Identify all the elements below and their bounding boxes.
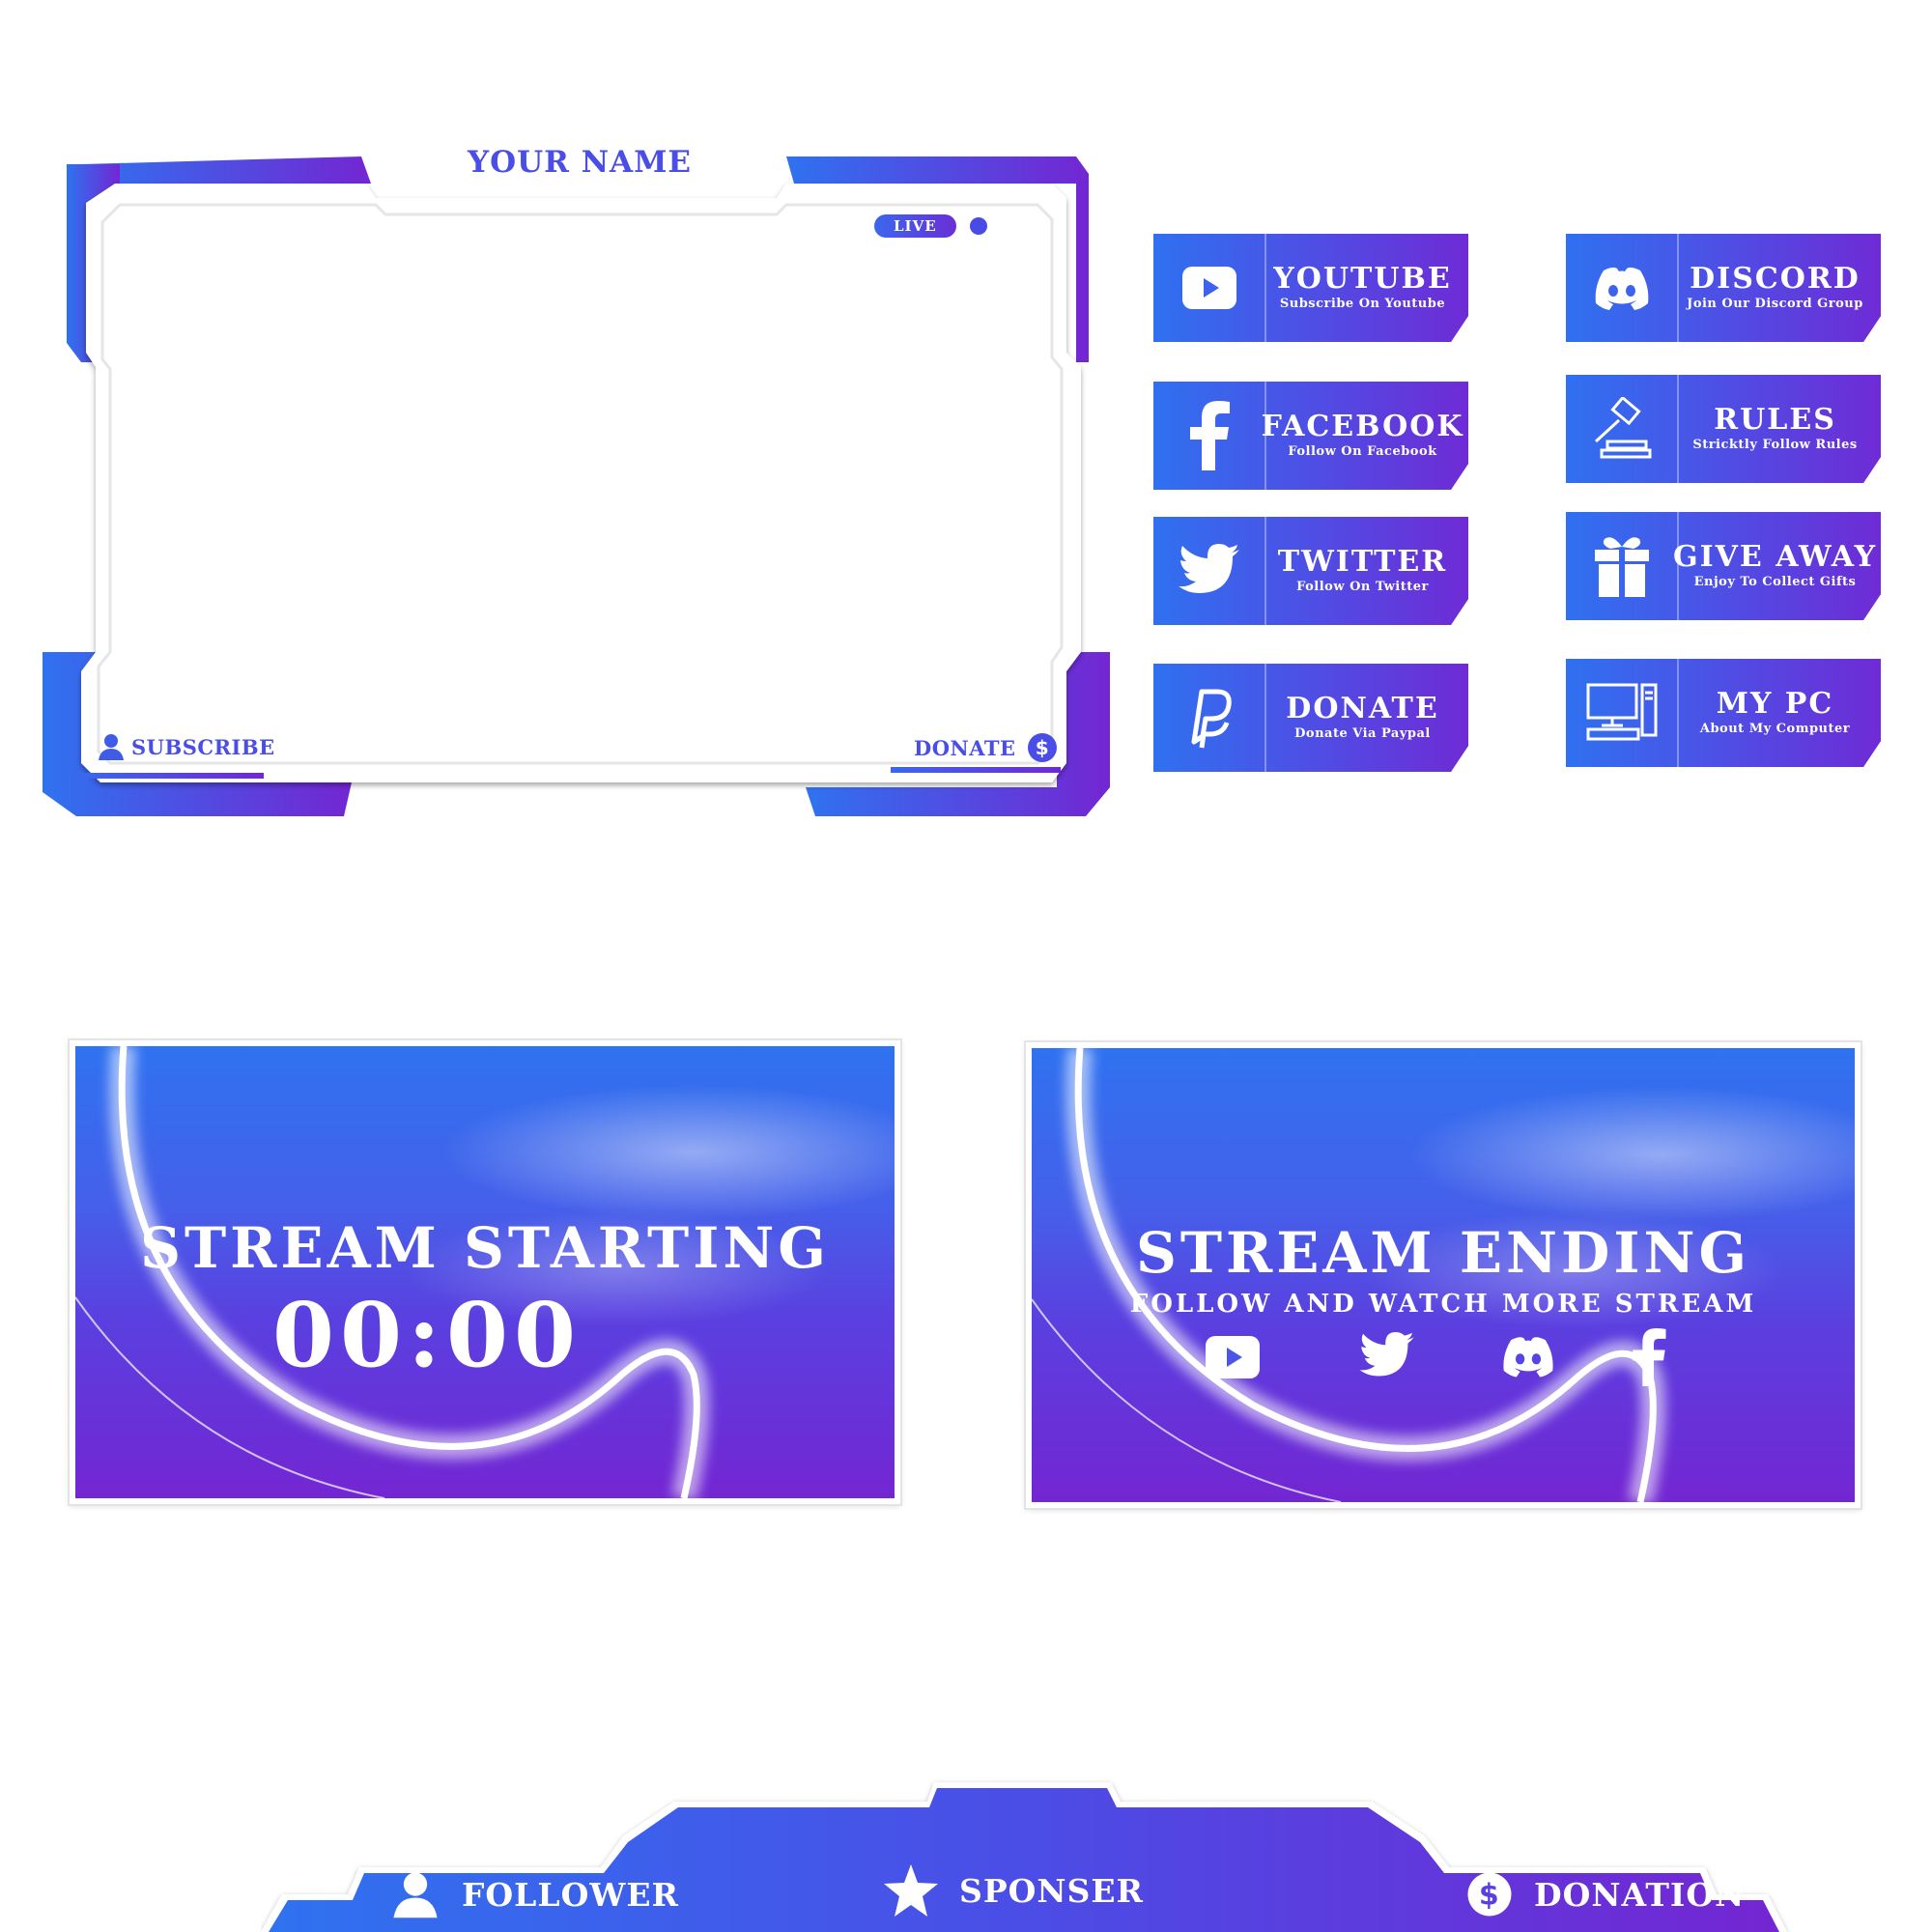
bar-donation: $ DONATION [1466,1871,1745,1918]
panel-giveaway[interactable]: GIVE AWAY Enjoy To Collect Gifts [1566,512,1881,620]
computer-icon [1566,659,1677,767]
panel-rules[interactable]: RULES Stricktly Follow Rules [1566,375,1881,483]
panel-title: FACEBOOK [1261,410,1464,443]
donation-label: DONATION [1534,1875,1746,1914]
panel-discord[interactable]: DISCORD Join Our Discord Group [1566,234,1881,342]
user-icon [390,1869,440,1919]
panel-subtitle: Donate Via Paypal [1294,726,1431,741]
panel-title: MY PC [1716,687,1834,721]
discord-icon [1566,234,1677,342]
user-icon [97,732,126,761]
live-dot [969,217,987,235]
dollar-icon: $ [1027,732,1058,763]
ending-scene: STREAM ENDING FOLLOW AND WATCH MORE STRE… [1026,1042,1861,1508]
live-badge: LIVE [874,214,956,238]
panel-youtube[interactable]: YOUTUBE Subscribe On Youtube [1153,234,1468,342]
ending-social-icons [1206,1328,1669,1396]
subscribe-label: SUBSCRIBE [131,734,275,759]
discord-icon [1500,1334,1556,1378]
panel-subtitle: Follow On Facebook [1288,444,1437,459]
bottom-alert-bar: FOLLOWER SPONSER $ DONATION [261,1744,1806,1932]
starting-scene: STREAM STARTING 00:00 [70,1040,900,1504]
donate-underline [891,767,1061,773]
webcam-frame [43,145,1115,821]
panel-title: GIVE AWAY [1673,540,1877,574]
gift-icon [1566,512,1677,620]
panel-donate[interactable]: DONATE Donate Via Paypal [1153,664,1468,772]
panel-subtitle: Follow On Twitter [1296,580,1429,594]
panel-subtitle: About My Computer [1699,722,1851,736]
panel-subtitle: Subscribe On Youtube [1279,297,1446,311]
panel-title: RULES [1714,403,1836,437]
panel-title: YOUTUBE [1273,262,1452,296]
youtube-icon [1153,234,1264,342]
star-icon [884,1864,938,1917]
countdown-timer: 00:00 [271,1283,582,1387]
panel-twitter[interactable]: TWITTER Follow On Twitter [1153,517,1468,625]
twitter-icon [1358,1332,1416,1380]
subscribe-underline [82,773,264,779]
panel-title: DISCORD [1690,262,1861,296]
follower-label: FOLLOWER [462,1875,679,1914]
ending-title: STREAM ENDING [1135,1220,1751,1286]
facebook-icon [1631,1328,1667,1386]
youtube-icon [1206,1336,1260,1378]
frame-title: YOUR NAME [467,145,693,180]
frame-subscribe: SUBSCRIBE [97,732,275,761]
sponser-label: SPONSER [959,1871,1144,1910]
paypal-icon [1153,664,1264,772]
panel-mypc[interactable]: MY PC About My Computer [1566,659,1881,767]
donate-label: DONATE [914,735,1016,760]
bar-follower: FOLLOWER [390,1869,679,1919]
facebook-icon [1153,382,1264,490]
svg-text:$: $ [1036,736,1049,759]
gavel-icon [1566,375,1677,483]
dollar-icon: $ [1466,1871,1513,1918]
panel-title: TWITTER [1277,545,1448,579]
panel-subtitle: Stricktly Follow Rules [1692,438,1858,452]
svg-text:$: $ [1479,1879,1500,1913]
panel-title: DONATE [1286,692,1439,725]
panel-subtitle: Enjoy To Collect Gifts [1693,575,1857,589]
bar-sponser: SPONSER [884,1864,1144,1917]
panel-subtitle: Join Our Discord Group [1687,297,1863,311]
live-indicator: LIVE [874,213,987,239]
frame-donate: DONATE $ [914,732,1058,763]
ending-subtitle: FOLLOW AND WATCH MORE STREAM [1129,1290,1757,1319]
starting-title: STREAM STARTING [140,1215,830,1281]
twitter-icon [1153,517,1264,625]
panel-facebook[interactable]: FACEBOOK Follow On Facebook [1153,382,1468,490]
